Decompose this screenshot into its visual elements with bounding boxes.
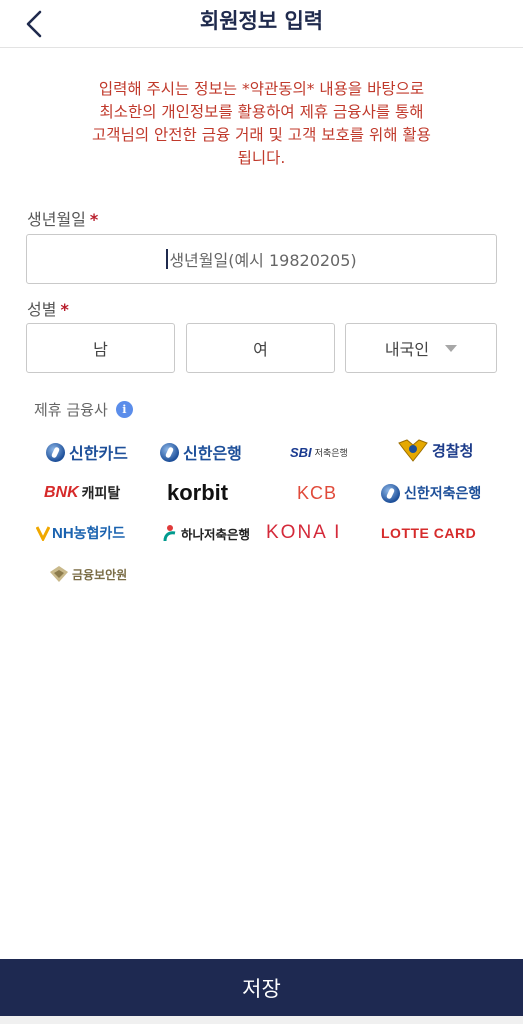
logo-bnk-capital: BNK 캐피탈: [44, 484, 121, 502]
info-icon[interactable]: i: [115, 401, 133, 418]
birth-placeholder: 생년월일(예시 19820205): [169, 251, 357, 270]
shinhan-logo-icon: [46, 442, 65, 462]
logo-sbi-savings: SBI 저축은행: [290, 444, 348, 460]
nationality-value: 내국인: [384, 340, 430, 359]
birth-label-text: 생년월일: [27, 210, 86, 229]
dropdown-arrow-icon: [445, 344, 458, 352]
gender-female-label: 여: [253, 340, 268, 359]
fsi-emblem-icon: [50, 566, 68, 582]
nh-logo-icon: [36, 526, 50, 541]
shinhan-logo-icon: [160, 442, 179, 462]
partners-label-text: 제휴 금융사: [34, 401, 108, 419]
required-mark: *: [60, 300, 69, 319]
logo-police: 경찰청: [397, 437, 473, 463]
logo-nh-card: NH 농협카드: [36, 520, 125, 546]
logo-fsi: 금융보안원: [48, 561, 127, 587]
privacy-notice: 입력해 주시는 정보는 *약관동의* 내용을 바탕으로 최소한의 개인정보를 활…: [92, 80, 431, 167]
nationality-select[interactable]: 내국인: [345, 323, 497, 373]
logo-shinhan-card: 신한카드: [46, 439, 128, 465]
shinhan-logo-icon: [381, 483, 400, 503]
hana-logo-icon: [163, 525, 176, 542]
logo-lotte-card: LOTTE CARD: [381, 525, 477, 541]
gender-male-label: 남: [93, 340, 108, 359]
gender-label-text: 성별: [27, 300, 57, 319]
save-button[interactable]: 저장: [0, 959, 523, 1016]
page-title: 회원정보 입력: [199, 9, 324, 33]
police-emblem-icon: [398, 439, 428, 462]
logo-kcb: KCB: [297, 482, 338, 503]
logo-kona-i: KONA I: [266, 522, 342, 543]
logo-korbit: korbit: [167, 480, 229, 505]
logo-shinhan-savings: 신한저축은행: [381, 480, 481, 506]
required-mark: *: [89, 210, 99, 229]
birth-label: 생년월일 *: [27, 206, 98, 230]
birth-date-input[interactable]: 생년월일(예시 19820205): [26, 234, 497, 284]
top-header: 회원정보 입력: [0, 0, 523, 48]
gender-label: 성별 *: [27, 296, 69, 320]
partners-label: 제휴 금융사 i: [34, 399, 133, 420]
gender-female-button[interactable]: 여: [186, 323, 335, 373]
bottom-strip: [0, 1016, 523, 1024]
logo-hana-savings: 하나저축은행: [162, 520, 250, 546]
text-cursor: [166, 249, 169, 269]
logo-shinhan-bank: 신한은행: [160, 439, 242, 465]
gender-male-button[interactable]: 남: [26, 323, 175, 373]
